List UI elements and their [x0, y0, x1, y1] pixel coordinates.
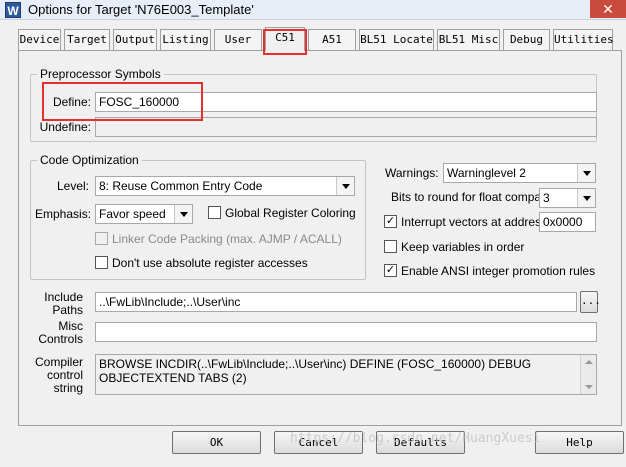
keep-variables-checkbox[interactable] — [384, 240, 397, 253]
global-register-coloring-checkbox[interactable] — [208, 206, 221, 219]
bits-round-value: 3 — [543, 191, 550, 205]
tab-listing[interactable]: Listing — [160, 29, 211, 50]
compiler-label-line-3: string — [53, 381, 83, 395]
ok-button[interactable]: OK — [172, 431, 261, 454]
tab-debug[interactable]: Debug — [503, 29, 550, 50]
scroll-down-icon[interactable] — [581, 380, 597, 394]
misc-controls-label: Misc Controls — [30, 320, 83, 346]
warnings-select[interactable]: Warninglevel 2 — [443, 163, 596, 183]
linker-code-packing-checkbox[interactable] — [95, 232, 108, 245]
chevron-down-icon[interactable] — [577, 189, 595, 207]
emphasis-value: Favor speed — [99, 207, 166, 221]
level-label: Level: — [56, 179, 89, 193]
browse-include-button[interactable]: ... — [580, 291, 601, 313]
undefine-label: Undefine: — [39, 120, 91, 134]
tab-user[interactable]: User — [214, 29, 262, 50]
interrupt-vectors-checkbox[interactable]: ✓ — [384, 215, 397, 228]
defaults-button[interactable]: Defaults — [376, 431, 465, 454]
warnings-label: Warnings: — [385, 166, 439, 180]
interrupt-vectors-label: Interrupt vectors at address: — [401, 215, 551, 229]
no-absolute-register-label: Don't use absolute register accesses — [112, 256, 308, 270]
warnings-value: Warninglevel 2 — [447, 166, 526, 180]
compiler-string-scrollbar[interactable] — [580, 355, 596, 394]
linker-code-packing-label: Linker Code Packing (max. AJMP / ACALL) — [112, 232, 342, 246]
tab-a51[interactable]: A51 — [308, 29, 356, 50]
include-paths-label: Include Paths — [30, 291, 83, 317]
chevron-down-icon[interactable] — [174, 205, 192, 223]
c51-tab-highlight — [263, 29, 307, 55]
include-label-line-2: Paths — [52, 303, 83, 317]
misc-label-line-2: Controls — [38, 332, 83, 346]
ansi-promotion-checkbox[interactable]: ✓ — [384, 264, 397, 277]
scroll-up-icon[interactable] — [581, 355, 597, 369]
include-paths-field[interactable]: ..\FwLib\Include;..\User\inc — [95, 292, 577, 312]
bits-round-select[interactable]: 3 — [539, 188, 596, 208]
bits-round-label: Bits to round for float compare: — [391, 190, 556, 204]
cancel-button[interactable]: Cancel — [274, 431, 363, 454]
misc-controls-field[interactable] — [95, 322, 597, 342]
help-button[interactable]: Help — [535, 431, 624, 454]
tab-target[interactable]: Target — [64, 29, 110, 50]
tab-output[interactable]: Output — [113, 29, 157, 50]
chevron-down-icon[interactable] — [577, 164, 595, 182]
compiler-control-label: Compiler control string — [30, 356, 83, 395]
global-register-coloring-label: Global Register Coloring — [225, 206, 356, 220]
close-icon[interactable]: ✕ — [590, 0, 626, 18]
code-optimization-legend: Code Optimization — [37, 153, 142, 167]
tab-utilities[interactable]: Utilities — [553, 29, 614, 50]
chevron-down-icon[interactable] — [336, 177, 354, 195]
emphasis-label: Emphasis: — [35, 207, 92, 221]
keep-variables-label: Keep variables in order — [401, 240, 525, 254]
preprocessor-legend: Preprocessor Symbols — [37, 67, 164, 81]
app-icon: W — [5, 2, 21, 18]
window-title: Options for Target 'N76E003_Template' — [28, 2, 254, 17]
interrupt-vectors-address-field[interactable]: 0x0000 — [539, 212, 596, 232]
tab-bl51-misc[interactable]: BL51 Misc — [437, 29, 500, 50]
tab-bl51-locate[interactable]: BL51 Locate — [359, 29, 434, 50]
emphasis-select[interactable]: Favor speed — [95, 204, 193, 224]
no-absolute-register-checkbox[interactable] — [95, 256, 108, 269]
compiler-control-string: BROWSE INCDIR(..\FwLib\Include;..\User\i… — [95, 354, 597, 395]
level-select[interactable]: 8: Reuse Common Entry Code — [95, 176, 355, 196]
tab-device[interactable]: Device — [18, 29, 61, 50]
level-value: 8: Reuse Common Entry Code — [99, 179, 263, 193]
define-highlight — [42, 82, 203, 121]
ansi-promotion-label: Enable ANSI integer promotion rules — [401, 264, 596, 278]
